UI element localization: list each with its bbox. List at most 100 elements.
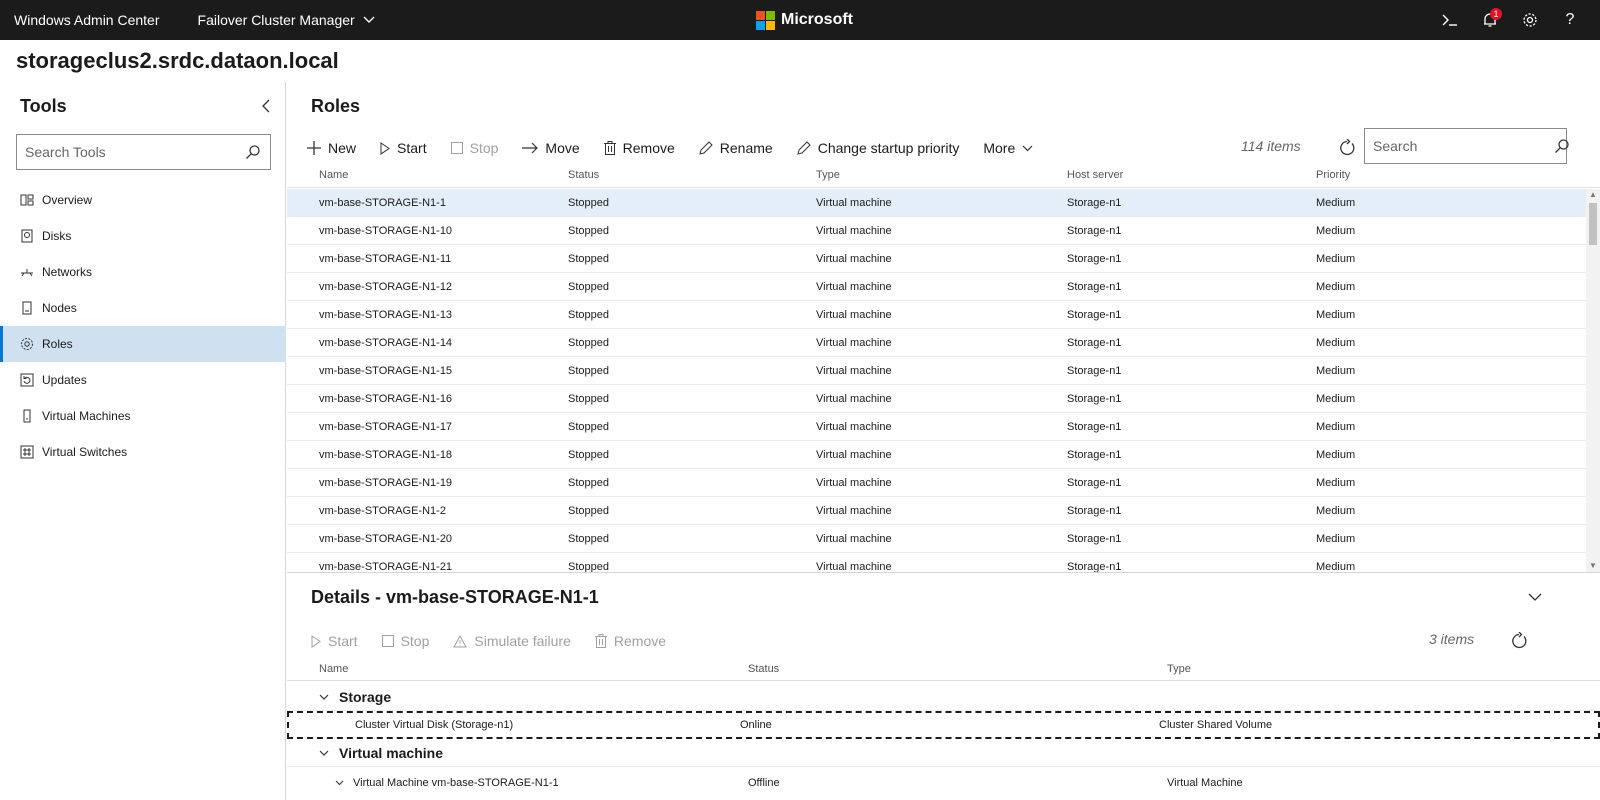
- help-button[interactable]: ?: [1550, 0, 1590, 40]
- table-row[interactable]: vm-base-STORAGE-N1-17 Stopped Virtual ma…: [287, 413, 1587, 441]
- chevron-down-icon: [319, 694, 329, 700]
- search-icon[interactable]: [1554, 138, 1570, 154]
- stop-icon: [381, 635, 394, 647]
- roles-scrollbar[interactable]: ▲ ▼: [1586, 189, 1600, 572]
- table-row[interactable]: vm-base-STORAGE-N1-19 Stopped Virtual ma…: [287, 469, 1587, 497]
- column-header-name[interactable]: Name: [319, 169, 348, 181]
- trash-icon: [603, 141, 616, 155]
- details-remove-button[interactable]: Remove: [594, 633, 667, 649]
- remove-button[interactable]: Remove: [603, 140, 675, 156]
- cell-type: Virtual machine: [816, 197, 892, 209]
- details-column-name[interactable]: Name: [319, 663, 348, 675]
- table-row[interactable]: vm-base-STORAGE-N1-2 Stopped Virtual mac…: [287, 497, 1587, 525]
- overview-icon: [20, 193, 34, 207]
- pencil-icon: [699, 141, 713, 155]
- notifications-button[interactable]: 1: [1470, 0, 1510, 40]
- cell-type: Virtual machine: [816, 225, 892, 237]
- move-label: Move: [545, 140, 580, 156]
- column-header-host-server[interactable]: Host server: [1067, 169, 1123, 181]
- scroll-up-arrow-icon[interactable]: ▲: [1589, 191, 1597, 199]
- sidebar-item-label: Roles: [42, 337, 73, 351]
- cell-name: vm-base-STORAGE-N1-17: [319, 421, 453, 433]
- column-header-type[interactable]: Type: [816, 169, 840, 181]
- network-icon: [20, 265, 34, 279]
- table-row[interactable]: vm-base-STORAGE-N1-13 Stopped Virtual ma…: [287, 301, 1587, 329]
- table-row[interactable]: vm-base-STORAGE-N1-11 Stopped Virtual ma…: [287, 245, 1587, 273]
- sidebar-item-disks[interactable]: Disks: [0, 218, 286, 254]
- cell-status: Stopped: [568, 393, 609, 405]
- details-column-type[interactable]: Type: [1167, 663, 1191, 675]
- move-button[interactable]: Move: [522, 140, 580, 156]
- table-body: vm-base-STORAGE-N1-1 Stopped Virtual mac…: [287, 189, 1587, 572]
- table-row[interactable]: vm-base-STORAGE-N1-18 Stopped Virtual ma…: [287, 441, 1587, 469]
- column-header-status[interactable]: Status: [568, 169, 599, 181]
- cell-priority: Medium: [1316, 281, 1356, 293]
- cell-host: Storage-n1: [1067, 561, 1122, 572]
- scrollbar-thumb[interactable]: [1589, 203, 1597, 245]
- tools-search-input[interactable]: [17, 135, 236, 169]
- group-row-virtual-machine[interactable]: Virtual machine: [287, 739, 1600, 767]
- collapse-sidebar-button[interactable]: [258, 96, 274, 116]
- details-refresh-button[interactable]: [1507, 629, 1531, 653]
- collapse-details-button[interactable]: [1523, 587, 1547, 607]
- details-row[interactable]: Cluster Virtual Disk (Storage-n1) Online…: [287, 711, 1600, 739]
- brand-label: Microsoft: [781, 11, 853, 28]
- table-row[interactable]: vm-base-STORAGE-N1-20 Stopped Virtual ma…: [287, 525, 1587, 553]
- sidebar-item-roles[interactable]: Roles: [0, 326, 286, 362]
- new-button[interactable]: New: [307, 140, 356, 156]
- table-row[interactable]: vm-base-STORAGE-N1-10 Stopped Virtual ma…: [287, 217, 1587, 245]
- sidebar-item-overview[interactable]: Overview: [0, 182, 286, 218]
- details-start-button[interactable]: Start: [311, 633, 358, 649]
- cell-priority: Medium: [1316, 365, 1356, 377]
- simulate-failure-button[interactable]: Simulate failure: [453, 633, 571, 649]
- stop-button[interactable]: Stop: [450, 140, 498, 156]
- sidebar-item-updates[interactable]: Updates: [0, 362, 286, 398]
- tool-switcher-dropdown[interactable]: Failover Cluster Manager: [198, 12, 375, 28]
- chevron-down-icon[interactable]: [335, 780, 344, 786]
- table-row[interactable]: vm-base-STORAGE-N1-21 Stopped Virtual ma…: [287, 553, 1587, 572]
- cell-type: Virtual machine: [816, 421, 892, 433]
- cell-status: Offline: [748, 777, 780, 789]
- table-row[interactable]: vm-base-STORAGE-N1-15 Stopped Virtual ma…: [287, 357, 1587, 385]
- cell-type: Virtual machine: [816, 365, 892, 377]
- powershell-button[interactable]: [1430, 0, 1470, 40]
- table-row[interactable]: vm-base-STORAGE-N1-1 Stopped Virtual mac…: [287, 189, 1587, 217]
- virtual-switch-icon: [20, 445, 34, 459]
- chevron-down-icon: [1022, 145, 1033, 151]
- cell-type: Virtual machine: [816, 253, 892, 265]
- details-row[interactable]: Virtual Machine vm-base-STORAGE-N1-1 Off…: [287, 769, 1600, 797]
- sidebar-item-virtual-switches[interactable]: Virtual Switches: [0, 434, 286, 470]
- details-remove-label: Remove: [613, 633, 667, 649]
- sidebar-item-nodes[interactable]: Nodes: [0, 290, 286, 326]
- app-name-link[interactable]: Windows Admin Center: [14, 12, 160, 28]
- chevron-down-icon: [1528, 593, 1542, 601]
- cell-name: vm-base-STORAGE-N1-10: [319, 225, 453, 237]
- start-button[interactable]: Start: [380, 140, 427, 156]
- details-stop-button[interactable]: Stop: [381, 633, 429, 649]
- cell-host: Storage-n1: [1067, 225, 1122, 237]
- cell-type: Virtual machine: [816, 561, 892, 572]
- scroll-down-arrow-icon[interactable]: ▼: [1589, 562, 1597, 570]
- search-icon[interactable]: [236, 135, 270, 169]
- table-row[interactable]: vm-base-STORAGE-N1-14 Stopped Virtual ma…: [287, 329, 1587, 357]
- group-row-storage[interactable]: Storage: [287, 683, 1600, 711]
- sidebar-item-networks[interactable]: Networks: [0, 254, 286, 290]
- column-header-priority[interactable]: Priority: [1316, 169, 1350, 181]
- cell-type: Virtual machine: [816, 505, 892, 517]
- table-row[interactable]: vm-base-STORAGE-N1-12 Stopped Virtual ma…: [287, 273, 1587, 301]
- cell-host: Storage-n1: [1067, 337, 1122, 349]
- settings-button[interactable]: [1510, 0, 1550, 40]
- details-column-status[interactable]: Status: [748, 663, 779, 675]
- refresh-button[interactable]: [1335, 136, 1359, 160]
- roles-search-input[interactable]: [1365, 129, 1554, 163]
- sidebar-item-label: Virtual Switches: [42, 445, 128, 459]
- rename-button[interactable]: Rename: [699, 140, 773, 156]
- cell-status: Stopped: [568, 561, 609, 572]
- table-row[interactable]: vm-base-STORAGE-N1-16 Stopped Virtual ma…: [287, 385, 1587, 413]
- more-dropdown[interactable]: More: [983, 140, 1033, 156]
- sidebar-item-virtual-machines[interactable]: Virtual Machines: [0, 398, 286, 434]
- new-label: New: [328, 140, 357, 156]
- microsoft-brand: Microsoft: [756, 0, 853, 40]
- cell-host: Storage-n1: [1067, 477, 1122, 489]
- change-startup-priority-button[interactable]: Change startup priority: [797, 140, 959, 156]
